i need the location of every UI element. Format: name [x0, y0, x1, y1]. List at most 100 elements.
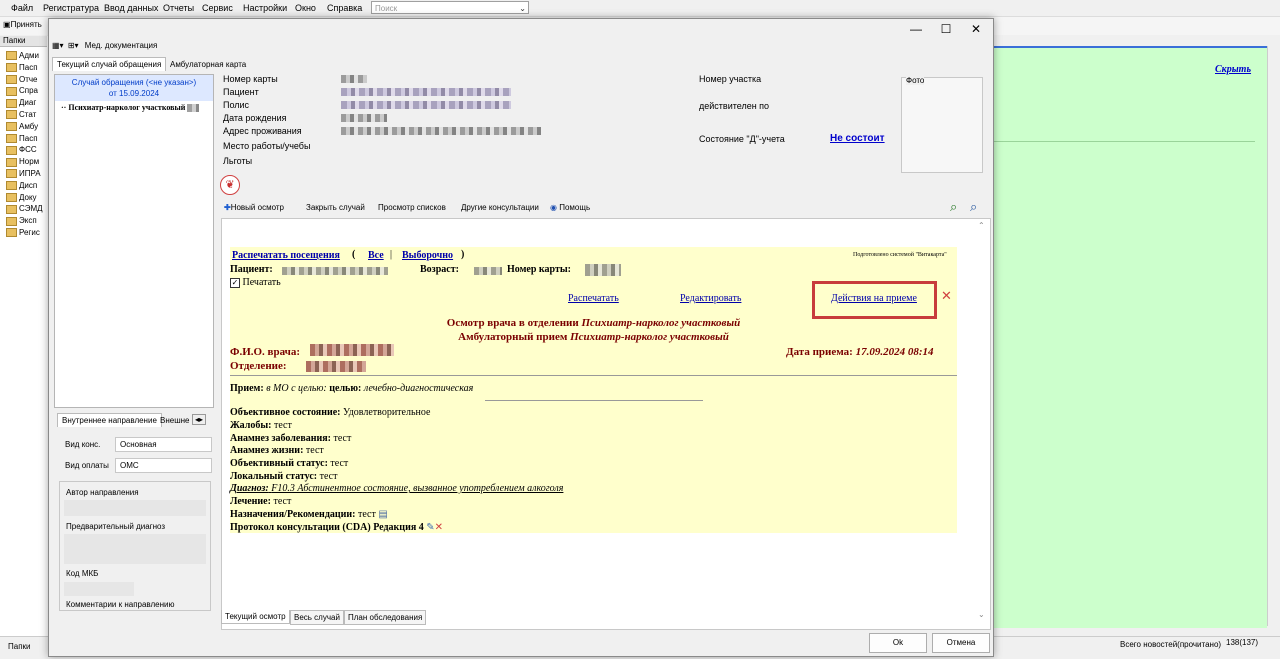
- referral-author-field[interactable]: [64, 500, 206, 516]
- news-scrollbar[interactable]: [1267, 46, 1280, 626]
- folder-item[interactable]: ИПРА: [6, 169, 41, 179]
- folder-label: Пасп: [19, 62, 38, 72]
- folder-item[interactable]: Дисп: [6, 180, 38, 191]
- protocol: Протокол консультации (CDA) Редакция 4 ✎…: [230, 522, 444, 533]
- d-status-label: Состояние "Д"-учета: [699, 134, 785, 144]
- folder-item[interactable]: Амбу: [6, 122, 38, 132]
- tab-ambulatory-card[interactable]: Амбулаторная карта: [166, 58, 250, 71]
- consult-type-field[interactable]: Основная: [115, 437, 212, 452]
- tab-exam-plan[interactable]: План обследования: [344, 610, 427, 625]
- menu-file[interactable]: Файл: [11, 3, 33, 13]
- cancel-button[interactable]: Отмена: [932, 633, 990, 653]
- print-checkbox[interactable]: ✓ Печатать: [230, 277, 281, 288]
- menu-service[interactable]: Сервис: [202, 3, 233, 13]
- case-item[interactable]: Случай обращения (<не указан>) от 15.09.…: [55, 75, 213, 101]
- menu-reports[interactable]: Отчеты: [163, 3, 194, 13]
- menu-data-entry[interactable]: Ввод данных: [104, 3, 158, 13]
- accept-button[interactable]: ▣Принять: [3, 20, 42, 29]
- case-date: от 15.09.2024: [108, 89, 160, 98]
- exam-subtitle: Амбулаторный прием Психиатр-нарколог уча…: [458, 331, 729, 343]
- folder-item[interactable]: Пасп: [6, 134, 38, 143]
- objective-status: Объективный статус: тест: [230, 458, 349, 469]
- print-visits-link[interactable]: Распечатать посещения: [232, 250, 340, 261]
- folder-icon: [6, 110, 17, 120]
- hide-link[interactable]: Скрыть: [1215, 64, 1251, 75]
- edit-icon[interactable]: ✎: [426, 522, 434, 533]
- tab-current-case[interactable]: Текущий случай обращения: [52, 57, 167, 71]
- folder-label: Пасп: [19, 133, 38, 143]
- folder-label: Норм: [19, 157, 40, 167]
- complaints: Жалобы: тест: [230, 420, 292, 431]
- ok-button[interactable]: Ok: [869, 633, 927, 653]
- view-lists-button[interactable]: Просмотр списков: [378, 203, 446, 212]
- menu-registry[interactable]: Регистратура: [43, 3, 99, 13]
- folder-item[interactable]: Норм: [6, 157, 40, 167]
- zoom-out-icon[interactable]: ⌕: [970, 199, 977, 215]
- mkb-code-field[interactable]: [64, 582, 134, 596]
- news-label: Всего новостей(прочитано): [1120, 640, 1222, 649]
- zoom-in-icon[interactable]: ⌕: [950, 199, 957, 215]
- scroll-down-icon[interactable]: ⌄: [978, 610, 985, 619]
- search-input[interactable]: Поиск ⌄: [371, 1, 529, 14]
- diagnosis[interactable]: Диагноз: F10.3 Абстинентное состояние, в…: [230, 483, 563, 494]
- other-consultations-button[interactable]: Другие консультации: [461, 203, 539, 212]
- folder-item[interactable]: Пасп: [6, 62, 38, 73]
- prelim-diagnosis-field[interactable]: [64, 534, 206, 564]
- help-button[interactable]: ◉ Помощь: [550, 203, 590, 212]
- folder-label: Дисп: [19, 180, 38, 190]
- tree-item-doctor[interactable]: ·· Психиатр-нарколог участковый: [61, 103, 200, 113]
- menu-help[interactable]: Справка: [327, 3, 362, 13]
- all-link[interactable]: Все: [368, 250, 384, 261]
- document-icon[interactable]: ▤: [378, 509, 387, 520]
- edit-link[interactable]: Редактировать: [680, 293, 741, 304]
- grid-icon[interactable]: ▦▾: [52, 41, 64, 50]
- chevron-down-icon[interactable]: ⌄: [519, 2, 526, 15]
- close-case-button[interactable]: Закрыть случай: [306, 203, 365, 212]
- tab-external-referral[interactable]: Внешне: [156, 414, 194, 427]
- menu-window[interactable]: Окно: [295, 3, 316, 13]
- close-button[interactable]: ✕: [961, 21, 991, 37]
- delete-protocol-icon[interactable]: ✕: [435, 522, 443, 533]
- folder-label: Стат: [19, 110, 37, 119]
- highlight-box: [812, 281, 937, 319]
- tab-current-exam[interactable]: Текущий осмотр: [221, 610, 290, 624]
- d-status-link[interactable]: Не состоит: [830, 133, 885, 144]
- menu-settings[interactable]: Настройки: [243, 3, 287, 13]
- folder-item[interactable]: Доку: [6, 193, 37, 202]
- visit-date: Дата приема: 17.09.2024 08:14: [786, 346, 934, 358]
- folder-item[interactable]: Спра: [6, 86, 38, 96]
- benefits-label: Льготы: [223, 156, 253, 166]
- photo-box: Фото: [901, 76, 983, 173]
- folder-item[interactable]: Эксп: [6, 216, 37, 226]
- med-doc-dialog: — ☐ ✕ ▦▾ ⊞▾ Мед. документация Текущий сл…: [48, 18, 994, 657]
- folder-item[interactable]: Адми: [6, 51, 39, 61]
- age-label: Возраст:: [420, 264, 459, 275]
- payment-type-field[interactable]: ОМС: [115, 458, 212, 473]
- print-link[interactable]: Распечатать: [568, 293, 619, 304]
- card-number-label: Номер карты: [223, 74, 278, 84]
- tab-internal-referral[interactable]: Внутреннее направление: [57, 413, 162, 427]
- redacted-policy: [341, 101, 511, 109]
- folder-item[interactable]: Стат: [6, 110, 37, 120]
- tabs-scroll-arrows[interactable]: ◂▸: [192, 414, 207, 425]
- folder-item[interactable]: ФСС: [6, 145, 37, 155]
- tree-icon[interactable]: ⊞▾: [68, 41, 79, 50]
- tab-whole-case[interactable]: Весь случай: [290, 610, 344, 625]
- doc-scrollbar[interactable]: ⌃ ⌄: [976, 219, 988, 627]
- folder-item[interactable]: Диаг: [6, 98, 36, 108]
- news-panel: [992, 46, 1267, 628]
- checkbox-checked-icon[interactable]: ✓: [230, 278, 240, 288]
- scroll-up-icon[interactable]: ⌃: [978, 221, 985, 230]
- status-folders: Папки: [8, 642, 31, 651]
- lungs-icon[interactable]: ❦: [220, 175, 240, 195]
- new-exam-button[interactable]: ✚Новый осмотр: [224, 203, 284, 212]
- folder-item[interactable]: СЭМД: [6, 204, 43, 214]
- delete-icon[interactable]: ✕: [941, 288, 952, 304]
- maximize-button[interactable]: ☐: [931, 21, 961, 37]
- selective-link[interactable]: Выборочно: [402, 250, 453, 261]
- folder-icon: [6, 98, 17, 108]
- folder-item[interactable]: Отче: [6, 75, 38, 84]
- folder-item[interactable]: Регис: [6, 228, 40, 238]
- case-tree: Случай обращения (<не указан>) от 15.09.…: [54, 74, 214, 408]
- minimize-button[interactable]: —: [901, 21, 931, 37]
